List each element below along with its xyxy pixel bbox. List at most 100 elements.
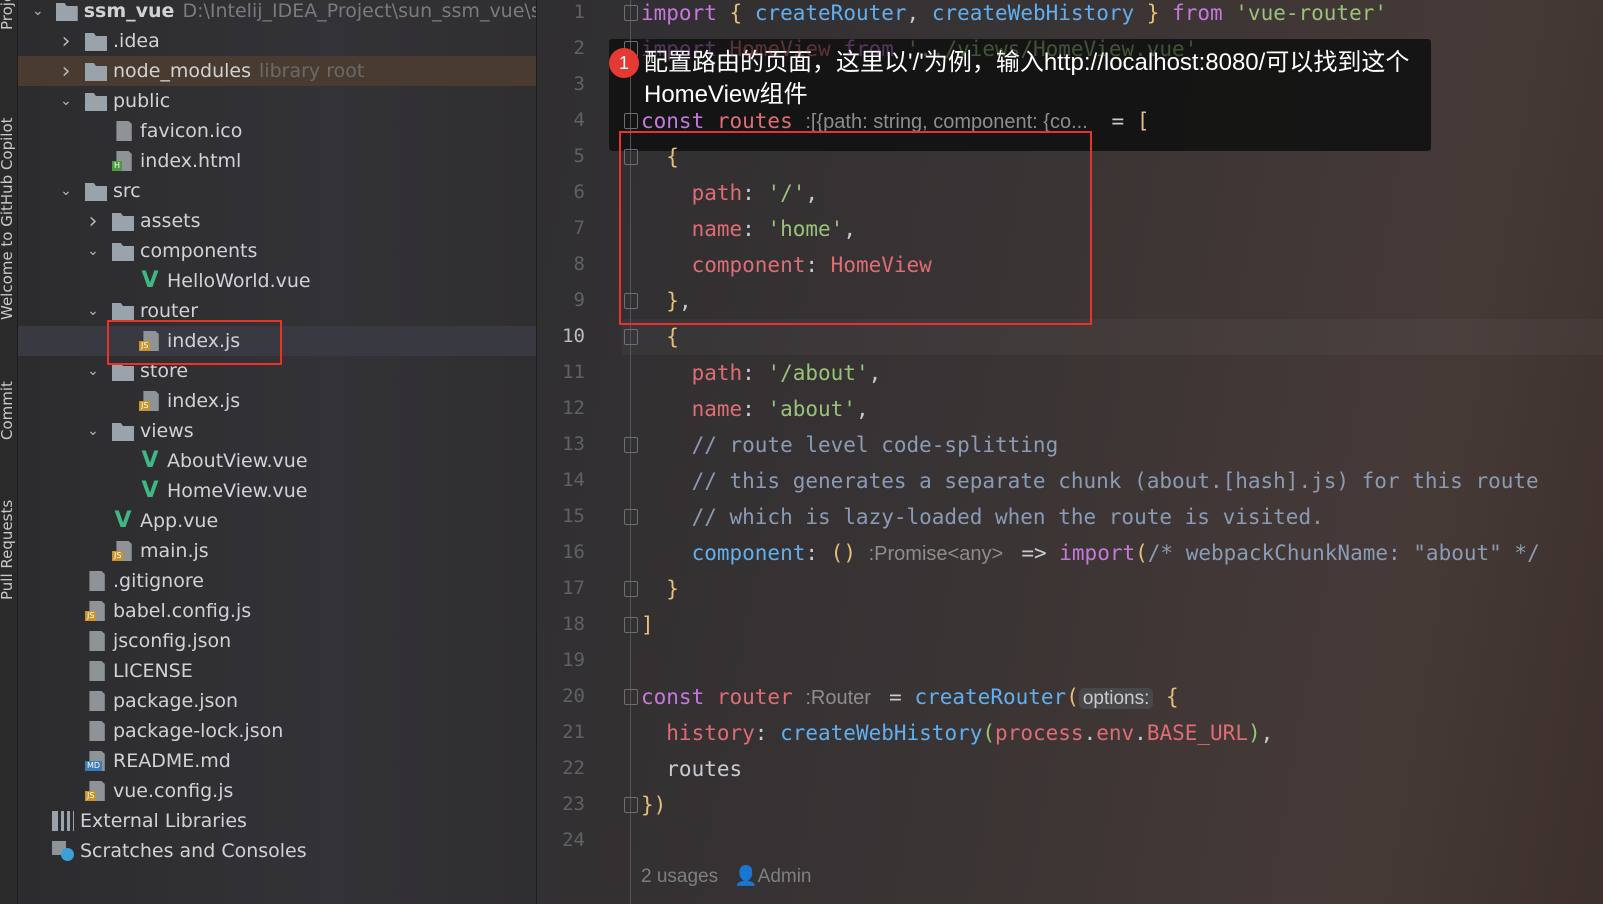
code-token: { <box>1153 685 1179 709</box>
fold-marker-icon[interactable] <box>624 509 638 525</box>
code-token: ] <box>641 613 654 637</box>
scratches-icon <box>52 841 74 861</box>
tree-item-label: vue.config.js <box>113 780 234 802</box>
line-number: 9 <box>573 289 585 311</box>
tree-item[interactable]: JS index.js <box>18 386 536 416</box>
gitignore-file-icon <box>85 571 107 591</box>
code-line[interactable]: history: createWebHistory(process.env.BA… <box>641 715 1273 751</box>
fold-marker-icon[interactable] <box>624 581 638 597</box>
code-line[interactable]: component: () :Promise<any> => import(/*… <box>641 535 1540 571</box>
fold-marker-icon[interactable] <box>624 689 638 705</box>
tree-item-label: .gitignore <box>113 570 204 592</box>
js-file-icon: JS <box>85 781 107 801</box>
chevron-down-icon[interactable]: ⌄ <box>86 243 100 259</box>
tree-item[interactable]: External Libraries <box>18 806 536 836</box>
author-label: Admin <box>757 866 812 887</box>
code-token: path <box>641 361 743 385</box>
fold-marker-icon[interactable] <box>624 329 638 345</box>
text-file-icon <box>85 661 107 681</box>
json-file-icon <box>85 631 107 651</box>
side-tab[interactable]: Project <box>0 0 16 30</box>
tree-item[interactable]: › assets <box>18 206 536 236</box>
tool-window-strip: Project Welcome to GitHub Copilot Commit Pu… <box>0 0 18 904</box>
tree-item[interactable]: Scratches and Consoles <box>18 836 536 866</box>
tree-item[interactable]: JS vue.config.js <box>18 776 536 806</box>
side-tab[interactable]: Commit <box>0 381 16 440</box>
code-token: createWebHistory <box>931 1 1135 25</box>
tree-item[interactable]: V HelloWorld.vue <box>18 266 536 296</box>
folder-icon <box>85 33 107 51</box>
tree-item-label: favicon.ico <box>140 120 243 142</box>
code-line[interactable]: import { createRouter, createWebHistory … <box>641 0 1387 31</box>
code-token: , <box>868 361 882 385</box>
chevron-right-icon[interactable]: › <box>86 209 100 234</box>
tree-item-label: App.vue <box>140 510 219 532</box>
tree-item[interactable]: ⌄ public <box>18 86 536 116</box>
folder-icon <box>112 303 134 321</box>
project-folder-icon <box>55 3 78 21</box>
tree-item[interactable]: ⌄ src <box>18 176 536 206</box>
tree-item[interactable]: jsconfig.json <box>18 626 536 656</box>
vue-file-icon: V <box>141 448 159 473</box>
chevron-down-icon[interactable]: ⌄ <box>59 183 73 199</box>
tree-item-label: LICENSE <box>113 660 193 682</box>
code-token: } <box>641 577 679 601</box>
code-line[interactable]: }) <box>641 787 666 823</box>
tree-item[interactable]: ⌄ components <box>18 236 536 266</box>
code-token: :[{path: string, component: {co... <box>805 111 1099 133</box>
tree-item[interactable]: Hindex.html <box>18 146 536 176</box>
chevron-down-icon[interactable]: ⌄ <box>59 93 73 109</box>
fold-marker-icon[interactable] <box>624 797 638 813</box>
tree-item[interactable]: MD README.md <box>18 746 536 776</box>
project-tree[interactable]: ⌄ ssm_vue D:\Intelij_IDEA_Project\sun_ssm_… <box>18 0 537 904</box>
usages-link[interactable]: 2 usages <box>641 866 718 887</box>
code-token: , <box>1260 721 1274 745</box>
code-token: // route level code-splitting <box>641 433 1059 457</box>
tree-item[interactable]: .gitignore <box>18 566 536 596</box>
code-line[interactable]: ] <box>641 607 654 643</box>
code-line[interactable]: // route level code-splitting <box>641 427 1059 463</box>
tree-item[interactable]: V HomeView.vue <box>18 476 536 506</box>
tree-item[interactable]: › .idea <box>18 26 536 56</box>
tree-item[interactable]: V AboutView.vue <box>18 446 536 476</box>
fold-marker-icon[interactable] <box>624 5 638 21</box>
code-vision-hint[interactable]: 2 usages 👤Admin <box>641 864 812 888</box>
tree-item[interactable]: LICENSE <box>18 656 536 686</box>
chevron-down-icon[interactable]: ⌄ <box>86 303 100 319</box>
tree-item[interactable]: package.json <box>18 686 536 716</box>
tree-item[interactable]: package-lock.json <box>18 716 536 746</box>
tree-item[interactable]: JS main.js <box>18 536 536 566</box>
tree-item[interactable]: › node_modules library root <box>18 56 536 86</box>
code-line[interactable]: } <box>641 571 679 607</box>
line-number: 10 <box>562 325 585 347</box>
fold-marker-icon[interactable] <box>624 617 638 633</box>
tree-item-label: main.js <box>140 540 209 562</box>
tree-item[interactable]: ⌄ ssm_vue D:\Intelij_IDEA_Project\sun_ssm_… <box>18 0 536 26</box>
chevron-down-icon[interactable]: ⌄ <box>86 363 100 379</box>
code-line[interactable]: import HomeView from '../views/HomeView.… <box>641 31 1197 67</box>
code-line[interactable]: // this generates a separate chunk (abou… <box>641 463 1539 499</box>
fold-marker-icon[interactable] <box>624 113 638 129</box>
tree-item[interactable]: ⌄ views <box>18 416 536 446</box>
chevron-right-icon[interactable]: › <box>59 29 73 54</box>
code-token: :Promise<any> <box>868 543 1009 565</box>
code-token: // this generates a separate chunk (abou… <box>641 469 1539 493</box>
side-tab[interactable]: Pull Requests <box>0 500 16 600</box>
tree-item-label: router <box>140 300 199 322</box>
code-line[interactable]: path: '/about', <box>641 355 882 391</box>
chevron-down-icon[interactable]: ⌄ <box>86 423 100 439</box>
code-token: component <box>641 541 806 565</box>
tree-item[interactable]: favicon.ico <box>18 116 536 146</box>
vue-file-icon: V <box>114 508 132 533</box>
side-tab[interactable]: Welcome to GitHub Copilot <box>0 117 16 320</box>
code-line[interactable]: routes <box>641 751 742 787</box>
tree-item[interactable]: V App.vue <box>18 506 536 536</box>
tree-item[interactable]: JS babel.config.js <box>18 596 536 626</box>
chevron-down-icon[interactable]: ⌄ <box>32 3 44 19</box>
code-token: : <box>754 721 781 745</box>
code-line[interactable]: name: 'about', <box>641 391 869 427</box>
code-line[interactable]: const router :Router = createRouter(opti… <box>641 679 1179 715</box>
code-line[interactable]: // which is lazy-loaded when the route i… <box>641 499 1324 535</box>
fold-marker-icon[interactable] <box>624 437 638 453</box>
chevron-right-icon[interactable]: › <box>59 59 73 84</box>
